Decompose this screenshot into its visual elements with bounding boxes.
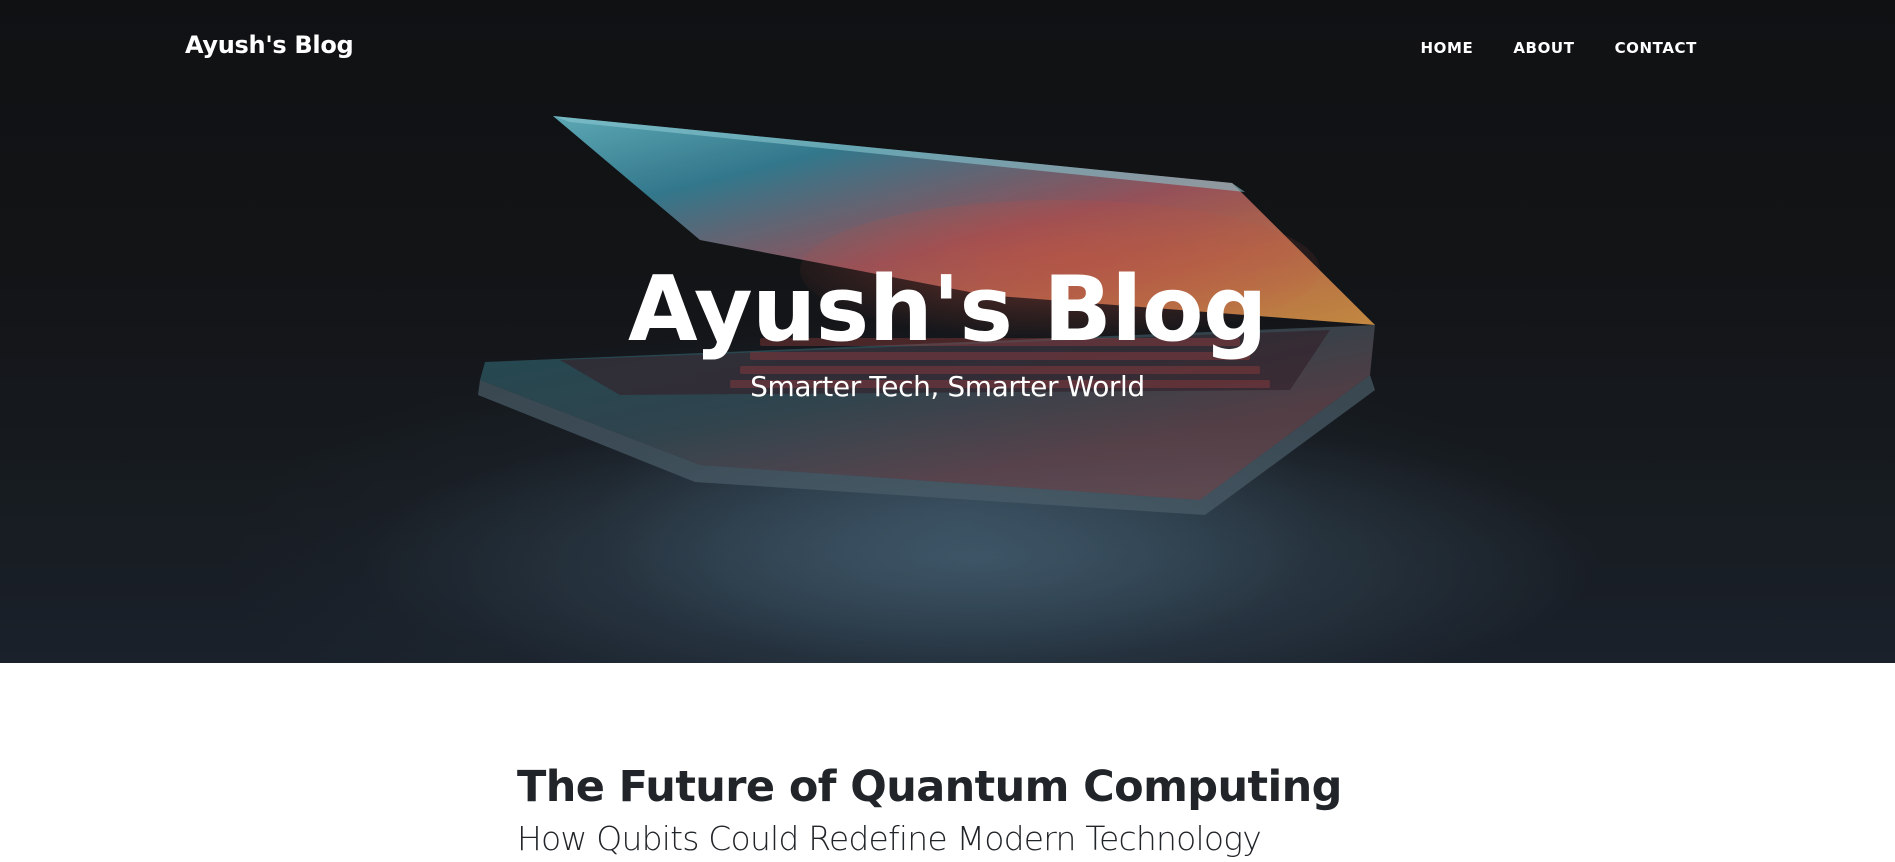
nav-home-link[interactable]: HOME (1400, 39, 1493, 57)
navbar: Ayush's Blog HOME ABOUT CONTACT (0, 0, 1895, 98)
site-title: Ayush's Blog (628, 257, 1268, 362)
page: Ayush's Blog HOME ABOUT CONTACT Ayush's … (0, 0, 1895, 862)
post-preview[interactable]: The Future of Quantum Computing How Qubi… (517, 755, 1377, 861)
masthead: Ayush's Blog HOME ABOUT CONTACT Ayush's … (0, 0, 1895, 663)
post-subtitle[interactable]: How Qubits Could Redefine Modern Technol… (517, 817, 1377, 861)
post-title[interactable]: The Future of Quantum Computing (517, 755, 1377, 819)
nav-about-link[interactable]: ABOUT (1493, 39, 1594, 57)
brand-link[interactable]: Ayush's Blog (185, 31, 354, 59)
site-heading: Ayush's Blog Smarter Tech, Smarter World (0, 255, 1895, 405)
nav-contact-link[interactable]: CONTACT (1595, 39, 1697, 57)
site-subtitle: Smarter Tech, Smarter World (750, 370, 1145, 403)
nav-links: HOME ABOUT CONTACT (1400, 39, 1697, 57)
